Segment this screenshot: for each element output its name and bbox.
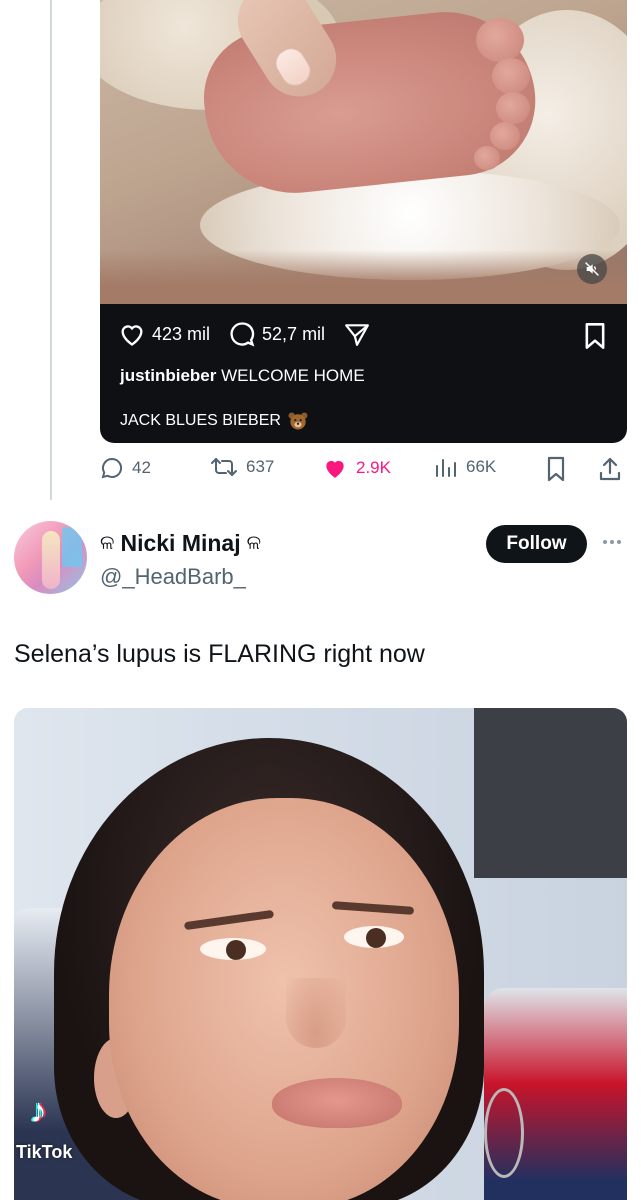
toe — [474, 146, 500, 170]
toe — [496, 92, 530, 124]
tiktok-watermark-text: TikTok — [16, 1142, 73, 1162]
video-like-stat[interactable]: 423 mil — [118, 321, 210, 347]
earring-hoop — [484, 1088, 524, 1178]
avatar-background — [62, 527, 82, 567]
video-caption: justinbieber WELCOME HOME — [120, 366, 365, 386]
more-dots-icon — [610, 540, 614, 544]
heart-icon — [121, 325, 143, 346]
iris — [226, 940, 246, 960]
thread-connector-line — [50, 0, 52, 500]
caption-username[interactable]: justinbieber — [120, 366, 216, 385]
like-button[interactable]: 2.9K — [322, 456, 391, 480]
video-info-panel: 423 mil 52,7 mil justinbieber WELCOME HO… — [100, 304, 627, 443]
views-count: 66K — [466, 457, 497, 476]
tiktok-watermark: ♪ TikTok — [14, 1092, 94, 1192]
comment-bubble-icon — [230, 322, 255, 347]
lips-shape — [272, 1078, 402, 1128]
reply-icon — [101, 457, 123, 479]
repost-count: 637 — [246, 457, 275, 476]
toe — [490, 122, 520, 150]
reply-count: 42 — [132, 458, 151, 477]
avatar-figure — [42, 531, 60, 589]
heart-filled-icon — [326, 460, 344, 478]
video-frame[interactable] — [100, 0, 627, 304]
embedded-video-card[interactable]: 423 mil 52,7 mil justinbieber WELCOME HO… — [100, 0, 627, 443]
caption-text: WELCOME HOME — [221, 366, 365, 385]
bookmark-icon — [547, 456, 565, 482]
video-actions: 423 mil 52,7 mil — [118, 320, 383, 348]
share-button[interactable] — [598, 456, 622, 482]
mute-button[interactable] — [577, 254, 607, 284]
video-like-count: 423 mil — [152, 323, 211, 344]
follow-button[interactable]: Follow — [486, 525, 587, 563]
more-dots-icon — [603, 540, 607, 544]
name-decoration: ଳ — [246, 532, 262, 554]
display-name-row[interactable]: ଳ Nicki Minaj ଳ — [100, 530, 261, 557]
repost-button[interactable]: 637 — [210, 456, 274, 478]
name-decoration: ଳ — [100, 532, 115, 554]
iris — [366, 928, 386, 948]
video-comment-count: 52,7 mil — [262, 323, 326, 344]
repost-icon — [211, 458, 237, 476]
share-upload-icon — [599, 457, 621, 481]
analytics-bars-icon — [436, 459, 456, 477]
video-comment-stat[interactable]: 52,7 mil — [228, 320, 325, 348]
avatar[interactable] — [14, 521, 87, 594]
nose-shape — [286, 978, 346, 1048]
video-caption-line2: JACK BLUES BIEBER — [120, 412, 309, 430]
tweet-media-image[interactable]: ♪ TikTok — [14, 708, 627, 1200]
views-button[interactable]: 66K — [434, 456, 496, 478]
caption-line2-text: JACK BLUES BIEBER — [120, 412, 281, 429]
toe — [476, 18, 524, 62]
send-icon — [345, 324, 369, 346]
background-shape — [474, 708, 627, 878]
display-name: Nicki Minaj — [120, 530, 241, 556]
tiktok-note-icon: ♪ — [30, 1092, 47, 1130]
speaker-muted-icon — [585, 262, 599, 276]
tweet-text: Selena’s lupus is FLARING right now — [14, 640, 425, 668]
face-shape — [109, 798, 459, 1200]
skin-shade — [100, 250, 627, 304]
bear-face-icon — [288, 412, 308, 430]
more-dots-icon — [617, 540, 621, 544]
toe — [492, 58, 530, 94]
tweet-action-bar: 42 637 2.9K 66K — [100, 454, 627, 484]
bookmark-icon — [585, 323, 605, 349]
video-share-stat[interactable] — [343, 321, 371, 347]
bookmark-button[interactable] — [546, 456, 566, 482]
reply-button[interactable]: 42 — [100, 456, 151, 480]
more-options-button[interactable] — [599, 532, 625, 552]
like-count: 2.9K — [356, 458, 391, 477]
eye — [200, 938, 266, 960]
user-handle[interactable]: @_HeadBarb_ — [100, 564, 246, 590]
video-save-button[interactable] — [583, 322, 607, 355]
eye — [344, 926, 404, 948]
